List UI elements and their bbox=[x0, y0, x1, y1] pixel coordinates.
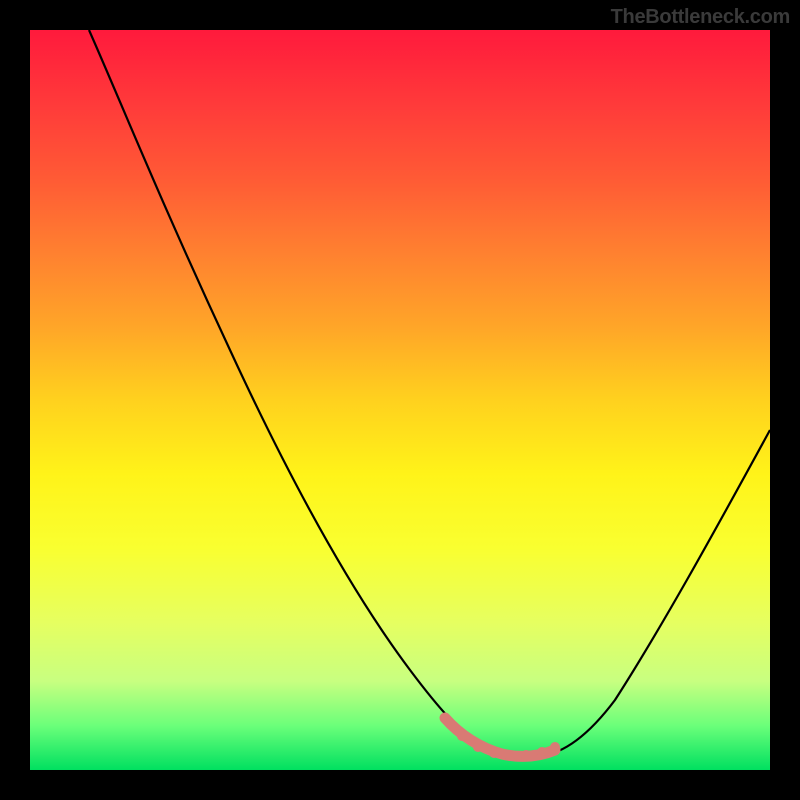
chart-frame: TheBottleneck.com bbox=[0, 0, 800, 800]
watermark-text: TheBottleneck.com bbox=[611, 6, 790, 29]
bottleneck-curve-line bbox=[89, 30, 770, 757]
bottleneck-curve-svg bbox=[30, 30, 770, 770]
